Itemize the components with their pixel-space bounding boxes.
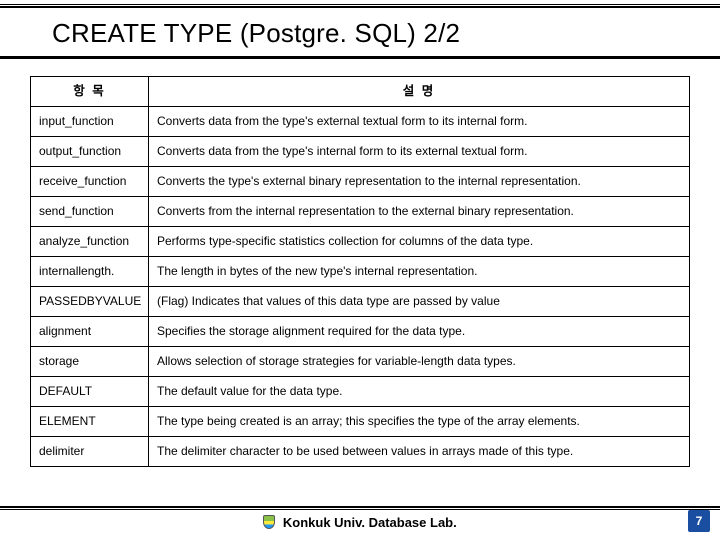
cell-item: DEFAULT: [31, 377, 149, 407]
cell-item: analyze_function: [31, 227, 149, 257]
cell-item: send_function: [31, 197, 149, 227]
bottom-rule: [0, 506, 720, 510]
cell-item: internallength.: [31, 257, 149, 287]
header-desc: 설 명: [149, 77, 690, 107]
cell-desc: Specifies the storage alignment required…: [149, 317, 690, 347]
table-row: receive_function Converts the type's ext…: [31, 167, 690, 197]
cell-desc: Converts from the internal representatio…: [149, 197, 690, 227]
page-title: CREATE TYPE (Postgre. SQL) 2/2: [52, 18, 460, 49]
cell-desc: Converts the type's external binary repr…: [149, 167, 690, 197]
params-table-wrap: 항 목 설 명 input_function Converts data fro…: [30, 76, 690, 467]
table-row: DEFAULT The default value for the data t…: [31, 377, 690, 407]
cell-item: receive_function: [31, 167, 149, 197]
cell-desc: The type being created is an array; this…: [149, 407, 690, 437]
cell-item: alignment: [31, 317, 149, 347]
title-underline: [0, 56, 720, 59]
table-row: delimiter The delimiter character to be …: [31, 437, 690, 467]
table-row: analyze_function Performs type-specific …: [31, 227, 690, 257]
footer: Konkuk Univ. Database Lab.: [0, 515, 720, 530]
cell-desc: The default value for the data type.: [149, 377, 690, 407]
table-row: output_function Converts data from the t…: [31, 137, 690, 167]
cell-desc: Performs type-specific statistics collec…: [149, 227, 690, 257]
cell-desc: Converts data from the type's internal f…: [149, 137, 690, 167]
cell-item: PASSEDBYVALUE: [31, 287, 149, 317]
table-row: storage Allows selection of storage stra…: [31, 347, 690, 377]
table-header-row: 항 목 설 명: [31, 77, 690, 107]
table-row: PASSEDBYVALUE (Flag) Indicates that valu…: [31, 287, 690, 317]
cell-desc: (Flag) Indicates that values of this dat…: [149, 287, 690, 317]
table-row: alignment Specifies the storage alignmen…: [31, 317, 690, 347]
cell-item: ELEMENT: [31, 407, 149, 437]
top-rule: [0, 4, 720, 8]
page-number: 7: [688, 510, 710, 532]
cell-desc: Allows selection of storage strategies f…: [149, 347, 690, 377]
table-row: internallength. The length in bytes of t…: [31, 257, 690, 287]
cell-item: delimiter: [31, 437, 149, 467]
crest-icon: [263, 515, 275, 529]
cell-desc: The length in bytes of the new type's in…: [149, 257, 690, 287]
footer-text: Konkuk Univ. Database Lab.: [283, 515, 457, 530]
cell-item: input_function: [31, 107, 149, 137]
cell-item: storage: [31, 347, 149, 377]
cell-item: output_function: [31, 137, 149, 167]
table-row: ELEMENT The type being created is an arr…: [31, 407, 690, 437]
cell-desc: Converts data from the type's external t…: [149, 107, 690, 137]
table-row: send_function Converts from the internal…: [31, 197, 690, 227]
table-row: input_function Converts data from the ty…: [31, 107, 690, 137]
header-item: 항 목: [31, 77, 149, 107]
cell-desc: The delimiter character to be used betwe…: [149, 437, 690, 467]
params-table: 항 목 설 명 input_function Converts data fro…: [30, 76, 690, 467]
